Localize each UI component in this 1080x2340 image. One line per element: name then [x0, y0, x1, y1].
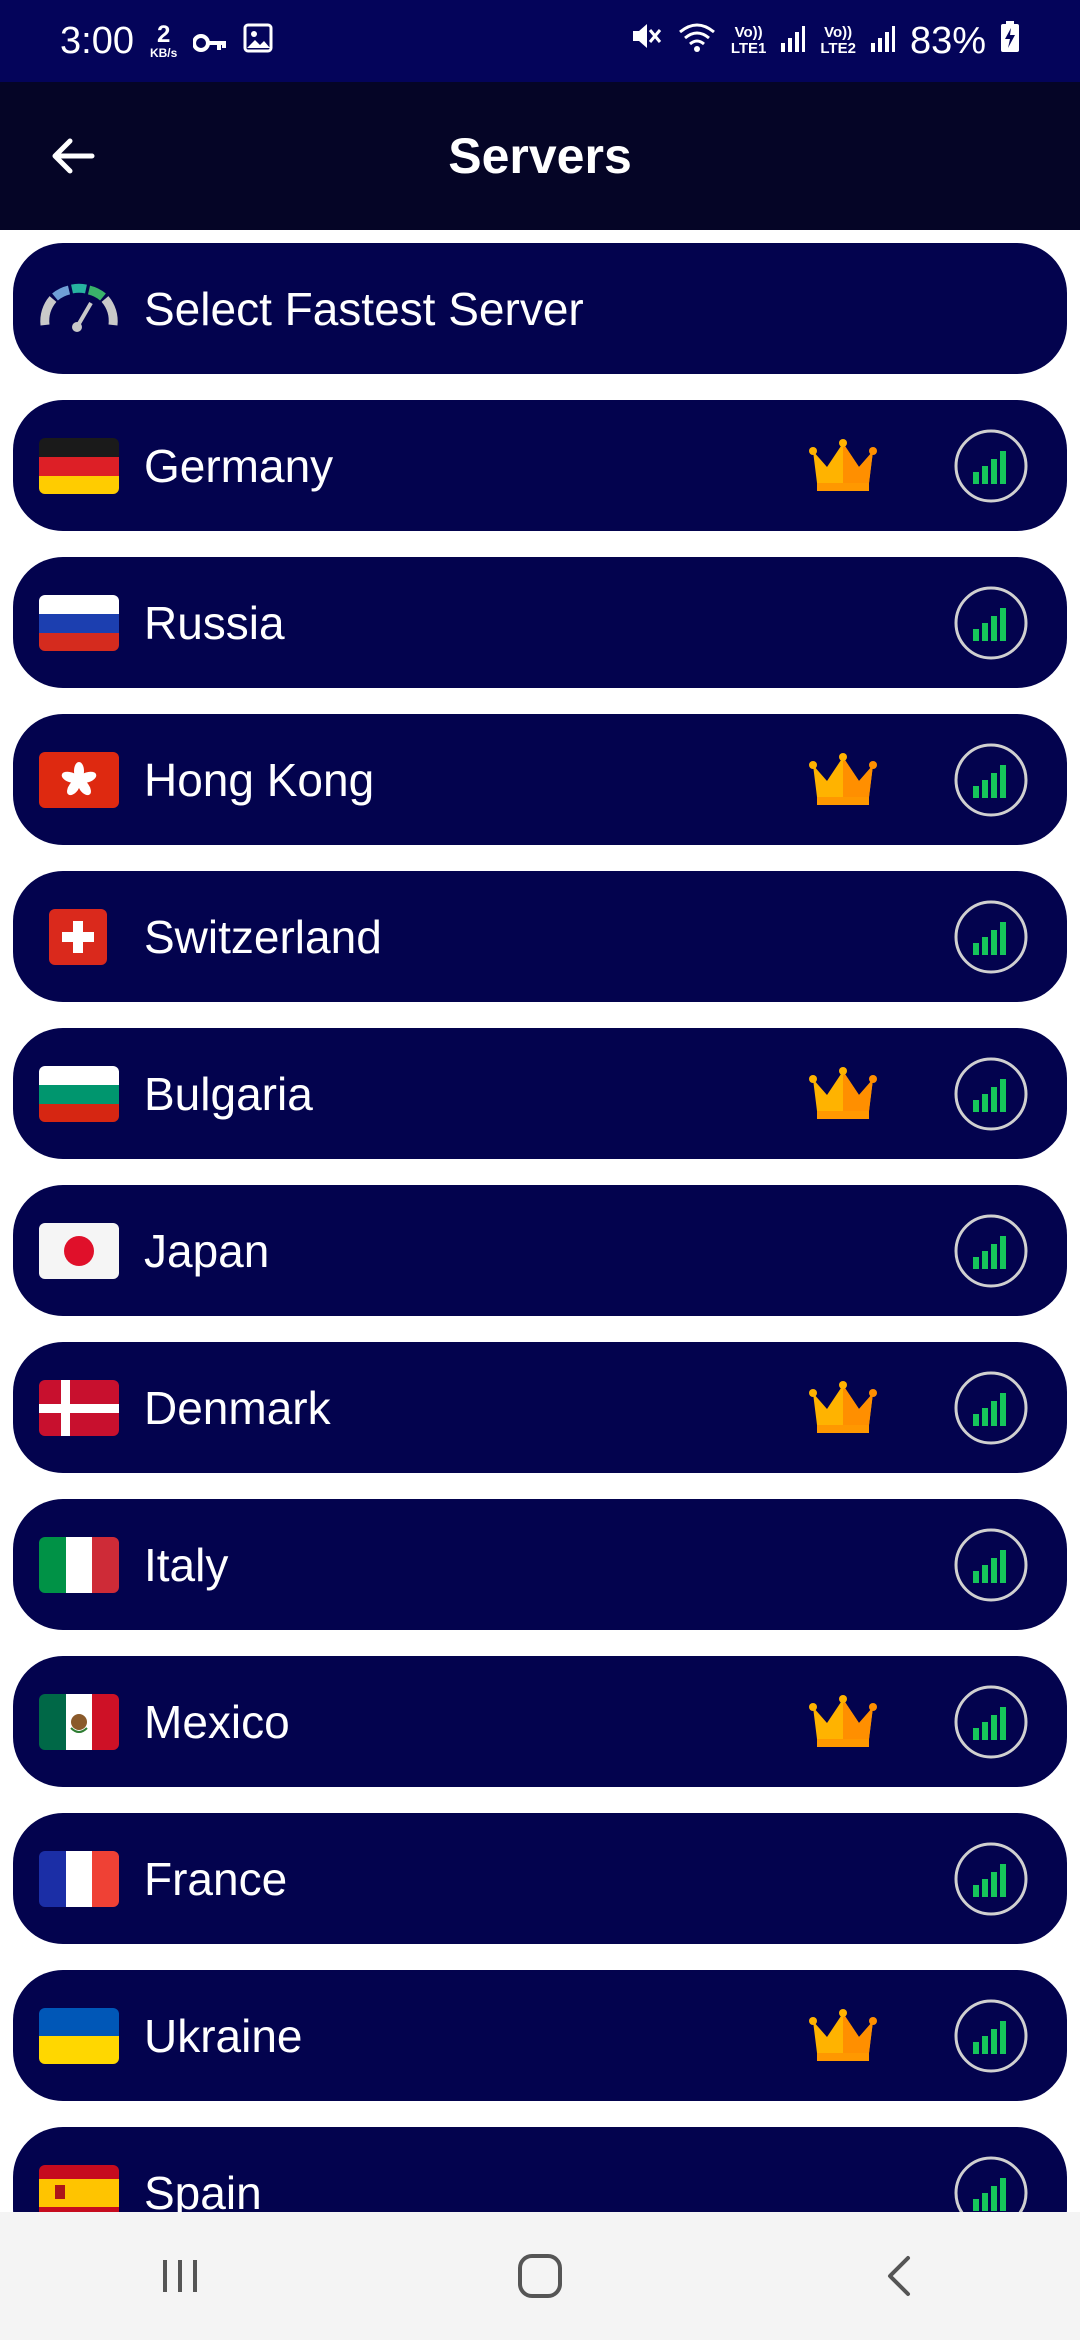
back-button[interactable] — [44, 128, 100, 184]
germany-flag-icon — [39, 437, 119, 494]
server-name: Hong Kong — [144, 753, 375, 806]
battery-charging-icon — [1000, 20, 1020, 63]
mexico-flag-icon — [39, 1693, 119, 1750]
signal-strength-icon — [780, 20, 806, 63]
server-name: Russia — [144, 596, 285, 649]
signal-strength-button[interactable] — [953, 2155, 1029, 2212]
fastest-server-label: Select Fastest Server — [144, 282, 584, 335]
status-bar: 3:00 2 KB/s Vo)) LTE1 Vo)) LTE2 83% — [0, 0, 1080, 82]
signal-strength-button[interactable] — [953, 1684, 1029, 1760]
mute-icon — [629, 19, 663, 63]
wifi-icon — [677, 20, 717, 63]
arrow-left-icon — [52, 138, 95, 174]
server-row-japan[interactable]: Japan — [13, 1185, 1067, 1316]
denmark-flag-icon — [39, 1379, 119, 1436]
spain-flag-icon — [39, 2164, 119, 2212]
russia-flag-icon — [39, 594, 119, 651]
premium-crown-icon — [809, 752, 877, 807]
server-name: Ukraine — [144, 2009, 303, 2062]
select-fastest-server-button[interactable]: Select Fastest Server — [13, 243, 1067, 374]
home-icon — [518, 2254, 562, 2298]
signal-strength-button[interactable] — [953, 585, 1029, 661]
premium-crown-icon — [809, 2008, 877, 2063]
server-row-mexico[interactable]: Mexico — [13, 1656, 1067, 1787]
server-row-denmark[interactable]: Denmark — [13, 1342, 1067, 1473]
server-row-russia[interactable]: Russia — [13, 557, 1067, 688]
server-name: France — [144, 1852, 288, 1905]
gallery-icon — [243, 20, 273, 63]
server-name: Denmark — [144, 1381, 331, 1434]
nav-back-icon — [888, 2256, 910, 2296]
server-row-italy[interactable]: Italy — [13, 1499, 1067, 1630]
battery-percent: 83% — [909, 19, 986, 62]
signal-strength-button[interactable] — [953, 742, 1029, 818]
server-name: Germany — [144, 439, 334, 492]
ukraine-flag-icon — [39, 2007, 119, 2064]
server-name: Bulgaria — [144, 1067, 313, 1120]
system-navigation-bar — [0, 2212, 1080, 2340]
server-row-france[interactable]: France — [13, 1813, 1067, 1944]
signal-strength-button[interactable] — [953, 1056, 1029, 1132]
premium-crown-icon — [809, 1694, 877, 1749]
server-row-switzerland[interactable]: Switzerland — [13, 871, 1067, 1002]
server-name: Mexico — [144, 1695, 290, 1748]
france-flag-icon — [39, 1850, 119, 1907]
page-title: Servers — [448, 128, 632, 184]
hong-kong-flag-icon — [39, 751, 119, 808]
sim1-indicator: Vo)) LTE1 — [730, 24, 767, 57]
signal-strength-button[interactable] — [953, 1527, 1029, 1603]
server-list[interactable]: Select Fastest Server Germany Russia Hon… — [0, 230, 1080, 2212]
nav-back-button[interactable] — [840, 2236, 960, 2316]
signal-strength-icon — [870, 20, 896, 63]
premium-crown-icon — [809, 1066, 877, 1121]
signal-strength-button[interactable] — [953, 1213, 1029, 1289]
server-name: Switzerland — [144, 910, 382, 963]
app-bar: Servers — [0, 82, 1080, 230]
signal-strength-button[interactable] — [953, 1370, 1029, 1446]
bulgaria-flag-icon — [39, 1065, 119, 1122]
vpn-key-icon — [192, 20, 227, 63]
server-row-spain[interactable]: Spain — [13, 2127, 1067, 2212]
recents-icon — [163, 2260, 197, 2292]
premium-crown-icon — [809, 1380, 877, 1435]
italy-flag-icon — [39, 1536, 119, 1593]
server-row-germany[interactable]: Germany — [13, 400, 1067, 531]
signal-strength-button[interactable] — [953, 899, 1029, 975]
signal-strength-button[interactable] — [953, 1998, 1029, 2074]
server-row-ukraine[interactable]: Ukraine — [13, 1970, 1067, 2101]
premium-crown-icon — [809, 438, 877, 493]
home-button[interactable] — [480, 2236, 600, 2316]
network-speed: 2 KB/s — [149, 21, 178, 60]
server-name: Italy — [144, 1538, 229, 1591]
server-row-hong-kong[interactable]: Hong Kong — [13, 714, 1067, 845]
server-row-bulgaria[interactable]: Bulgaria — [13, 1028, 1067, 1159]
switzerland-flag-icon — [49, 908, 107, 965]
server-name: Spain — [144, 2166, 262, 2213]
speedometer-icon — [39, 281, 119, 337]
japan-flag-icon — [39, 1222, 119, 1279]
server-name: Japan — [144, 1224, 270, 1277]
signal-strength-button[interactable] — [953, 428, 1029, 504]
status-time: 3:00 — [60, 19, 134, 62]
signal-strength-button[interactable] — [953, 1841, 1029, 1917]
sim2-indicator: Vo)) LTE2 — [820, 24, 856, 57]
recents-button[interactable] — [120, 2236, 240, 2316]
